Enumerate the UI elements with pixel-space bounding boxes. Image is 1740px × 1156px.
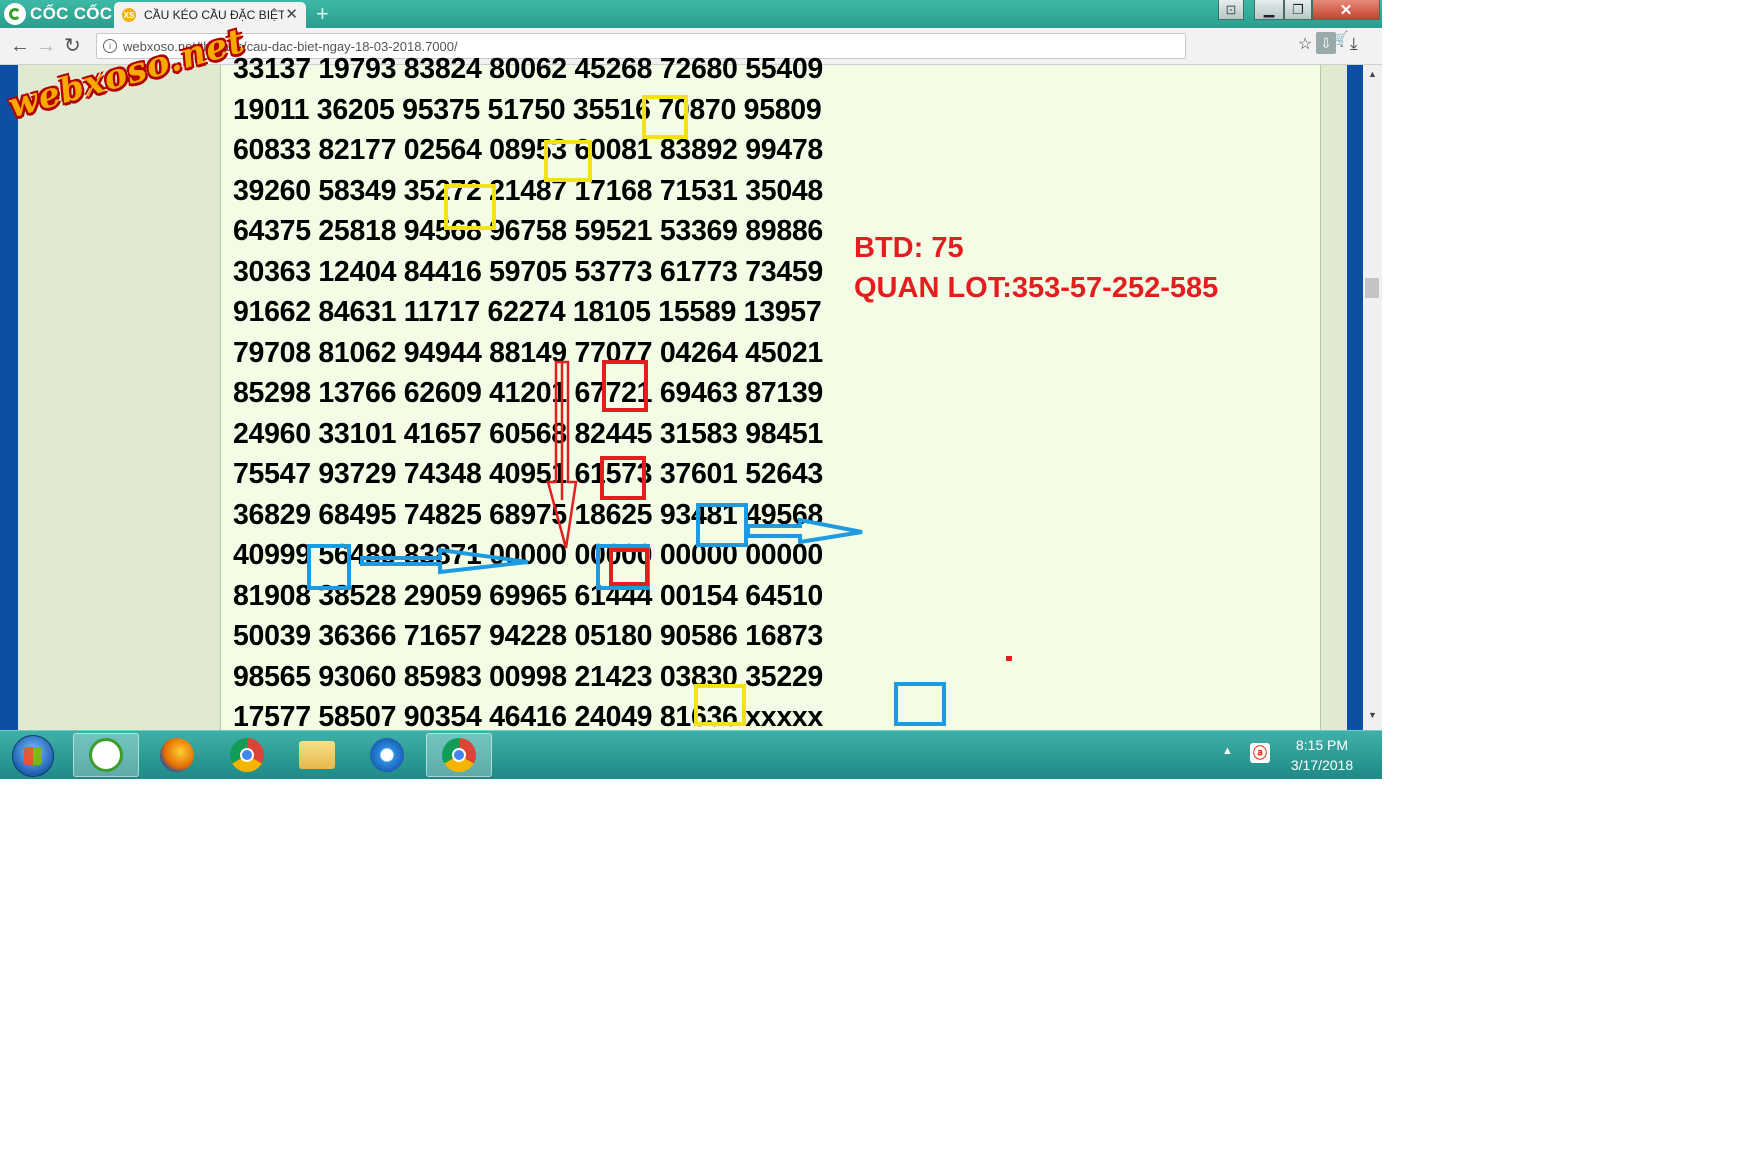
grid-row: 50039 36366 71657 94228 05180 90586 1687… (233, 620, 823, 652)
taskbar-firefox[interactable] (144, 733, 210, 777)
grid-row: 33137 19793 83824 80062 45268 72680 5540… (233, 53, 823, 85)
start-button[interactable] (12, 735, 54, 777)
number-grid: 33137 19793 83824 80062 45268 72680 5540… (233, 49, 823, 730)
grid-row: 85298 13766 62609 41201 67721 69463 8713… (233, 377, 823, 409)
page-side-right (1321, 65, 1347, 730)
internet-explorer-icon (370, 738, 404, 772)
taskbar-internet-explorer[interactable] (354, 733, 420, 777)
taskbar-chrome[interactable] (214, 733, 280, 777)
grid-row: 30363 12404 84416 59705 53773 61773 7345… (233, 255, 823, 288)
grid-row: 39260 58349 35272 21487 17168 71531 3504… (233, 174, 823, 207)
back-icon[interactable]: ← (10, 35, 30, 57)
grid-row: 36829 68495 74825 68975 18625 93481 4956… (233, 498, 823, 531)
grid-row: 79708 81062 94944 88149 77077 04264 4502… (233, 336, 823, 369)
grid-row: 98565 93060 85983 00998 21423 03830 3522… (233, 660, 823, 693)
web-page: 33137 19793 83824 80062 45268 72680 5540… (0, 53, 1382, 730)
page-border-right (1347, 65, 1363, 730)
browser-window: CỐC CỐC XS CẦU KÉO CẦU ĐẶC BIỆT ✕ + ⊡ ▁ … (0, 0, 1382, 730)
clock-date: 3/17/2018 (1290, 757, 1354, 773)
minimize-icon: ▁ (1264, 1, 1274, 17)
grid-row: 91662 84631 11717 62274 18105 15589 1395… (233, 296, 822, 328)
restore-icon: ❐ (1292, 1, 1304, 17)
page-border-left (0, 65, 18, 730)
tab-favicon-icon: XS (122, 8, 136, 22)
user-button[interactable]: ⊡ (1218, 0, 1244, 20)
save-page-icon[interactable]: ⇩ (1316, 32, 1336, 54)
reload-icon[interactable]: ↻ (64, 35, 81, 57)
coccoc-logo-icon (4, 3, 26, 25)
taskbar-file-explorer[interactable] (284, 733, 350, 777)
tab-bar: CỐC CỐC XS CẦU KÉO CẦU ĐẶC BIỆT ✕ + ⊡ ▁ … (0, 0, 1382, 28)
tab-close-icon[interactable]: ✕ (285, 7, 298, 23)
bookmark-star-icon[interactable]: ☆ (1298, 34, 1312, 54)
taskbar-chrome-2[interactable] (426, 733, 492, 777)
scroll-thumb[interactable] (1365, 278, 1379, 298)
download-icon[interactable]: ⤓ (1350, 34, 1358, 54)
scroll-up-icon[interactable]: ▲ (1368, 69, 1377, 79)
grid-row: 75547 93729 74348 40951 61573 37601 5264… (233, 458, 823, 490)
site-info-icon[interactable]: i (103, 39, 117, 53)
red-dot-mark (1006, 656, 1012, 661)
tray-expand-icon[interactable]: ▲ (1222, 745, 1233, 757)
grid-row: 40999 56489 83871 00000 00000 00000 0000… (233, 539, 823, 571)
close-window-button[interactable]: ✕ (1312, 0, 1380, 20)
grid-row: 60833 82177 02564 08953 60081 83892 9947… (233, 134, 823, 166)
close-icon: ✕ (1339, 1, 1353, 19)
grid-row: 81908 38528 29059 69965 61444 00154 6451… (233, 579, 823, 612)
post-content: 33137 19793 83824 80062 45268 72680 5540… (220, 53, 1321, 730)
grid-row: 64375 25818 94568 96758 59521 53369 8988… (233, 215, 823, 247)
tray-app-icon[interactable]: ⓐ (1250, 743, 1270, 763)
chrome-icon (230, 738, 264, 772)
chrome-icon (442, 738, 476, 772)
new-tab-icon[interactable]: + (316, 3, 329, 25)
minimize-button[interactable]: ▁ (1254, 0, 1284, 20)
taskbar-coccoc[interactable] (73, 733, 139, 777)
restore-button[interactable]: ❐ (1284, 0, 1312, 20)
firefox-icon (160, 738, 194, 772)
clock[interactable]: 8:15 PM 3/17/2018 (1280, 735, 1364, 775)
user-icon: ⊡ (1225, 1, 1237, 17)
brand-name: CỐC CỐC (30, 4, 113, 23)
grid-row: 19011 36205 95375 51750 35516 70870 9580… (233, 93, 822, 126)
tab-title: CẦU KÉO CẦU ĐẶC BIỆT (144, 8, 284, 22)
tab-active[interactable]: XS CẦU KÉO CẦU ĐẶC BIỆT ✕ (114, 2, 306, 28)
taskbar: ▲ ⓐ 8:15 PM 3/17/2018 (0, 730, 1382, 779)
page-side-left (18, 65, 220, 730)
grid-row: 24960 33101 41657 60568 82445 31583 9845… (233, 417, 823, 450)
note-btd: BTD: 75 (854, 232, 964, 264)
vertical-scrollbar[interactable]: ▲ ▼ (1363, 65, 1382, 730)
folder-icon (299, 741, 335, 769)
scroll-down-icon[interactable]: ▼ (1368, 710, 1377, 720)
grid-row: 17577 58507 90354 46416 24049 81636 xxxx… (233, 701, 823, 730)
browser-brand[interactable]: CỐC CỐC (0, 0, 112, 28)
note-quan-lot: QUAN LOT:353-57-252-585 (854, 272, 1219, 304)
clock-time: 8:15 PM (1295, 737, 1349, 753)
forward-icon[interactable]: → (36, 35, 56, 57)
coccoc-icon (89, 738, 123, 772)
